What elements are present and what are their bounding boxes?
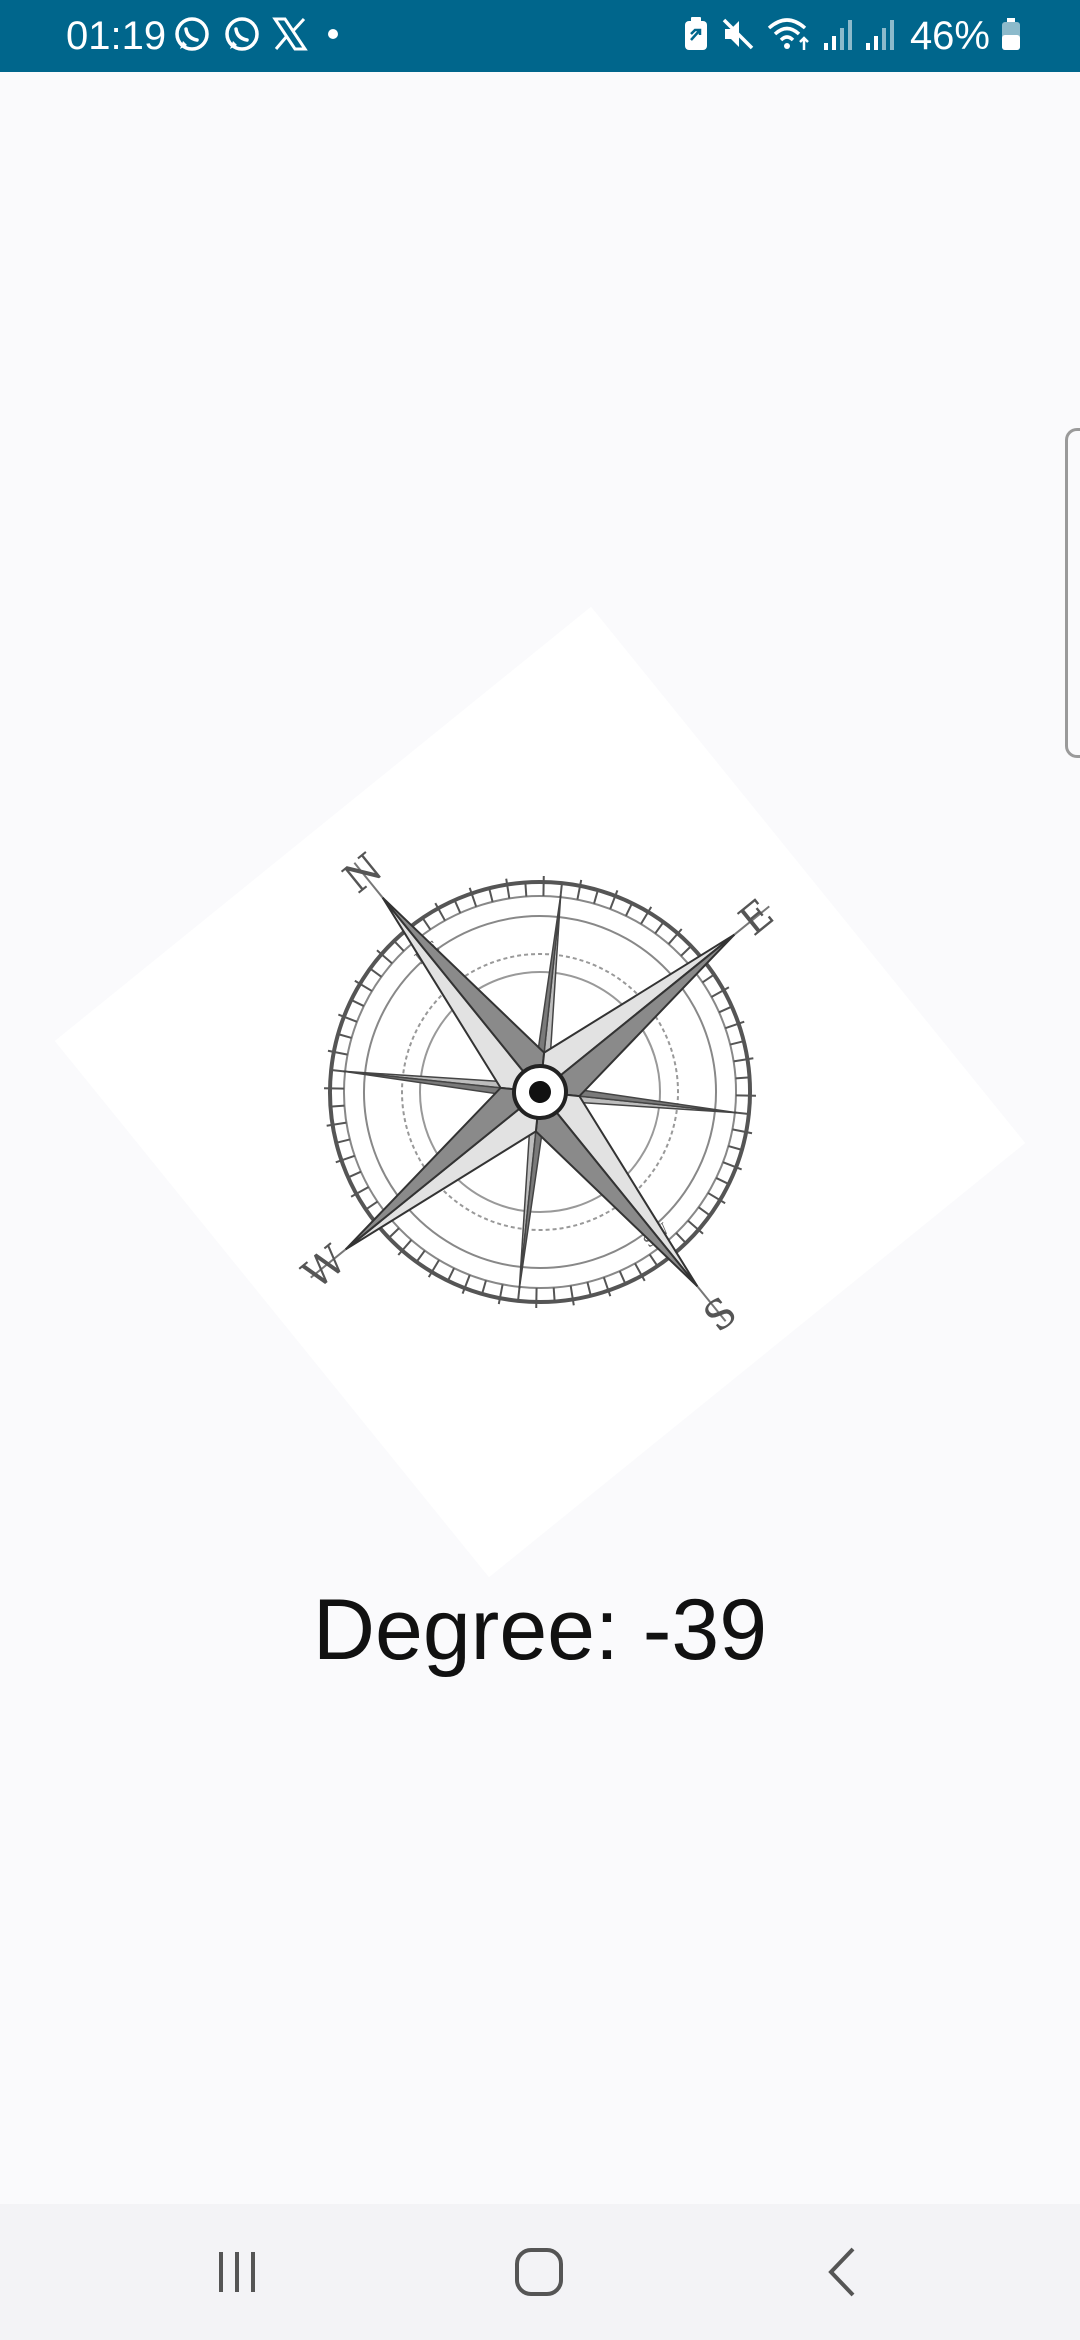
compass-graphic: NE SW [54,606,1026,1578]
back-button[interactable] [808,2242,878,2302]
notification-dot-icon [318,19,348,54]
signal-icon [864,16,896,57]
wifi-icon [766,14,812,59]
status-bar: 01:19 46% [0,0,1080,72]
home-button[interactable] [504,2242,574,2302]
battery-icon [1000,16,1022,57]
back-icon [828,2247,855,2297]
recent-apps-button[interactable] [202,2242,272,2302]
edge-panel-handle[interactable] [1065,428,1080,758]
app-content: NE SW Degree: -39 [0,72,1080,2204]
compass-image: NE SW [40,592,1040,1592]
status-time: 01:19 [66,14,167,58]
x-icon [272,16,308,57]
signal-icon [822,16,854,57]
battery-percentage: 46% [909,14,990,58]
recent-apps-icon [219,2252,255,2292]
whatsapp-icon [172,14,212,59]
navigation-bar [0,2204,1080,2340]
notification-icons [172,14,348,58]
home-icon [515,2248,563,2296]
degree-readout: Degree: -39 [312,1582,768,1678]
mute-icon [720,16,756,57]
system-icons: 46% [682,14,1022,58]
battery-saver-icon [682,16,710,57]
whatsapp-icon [222,14,262,59]
